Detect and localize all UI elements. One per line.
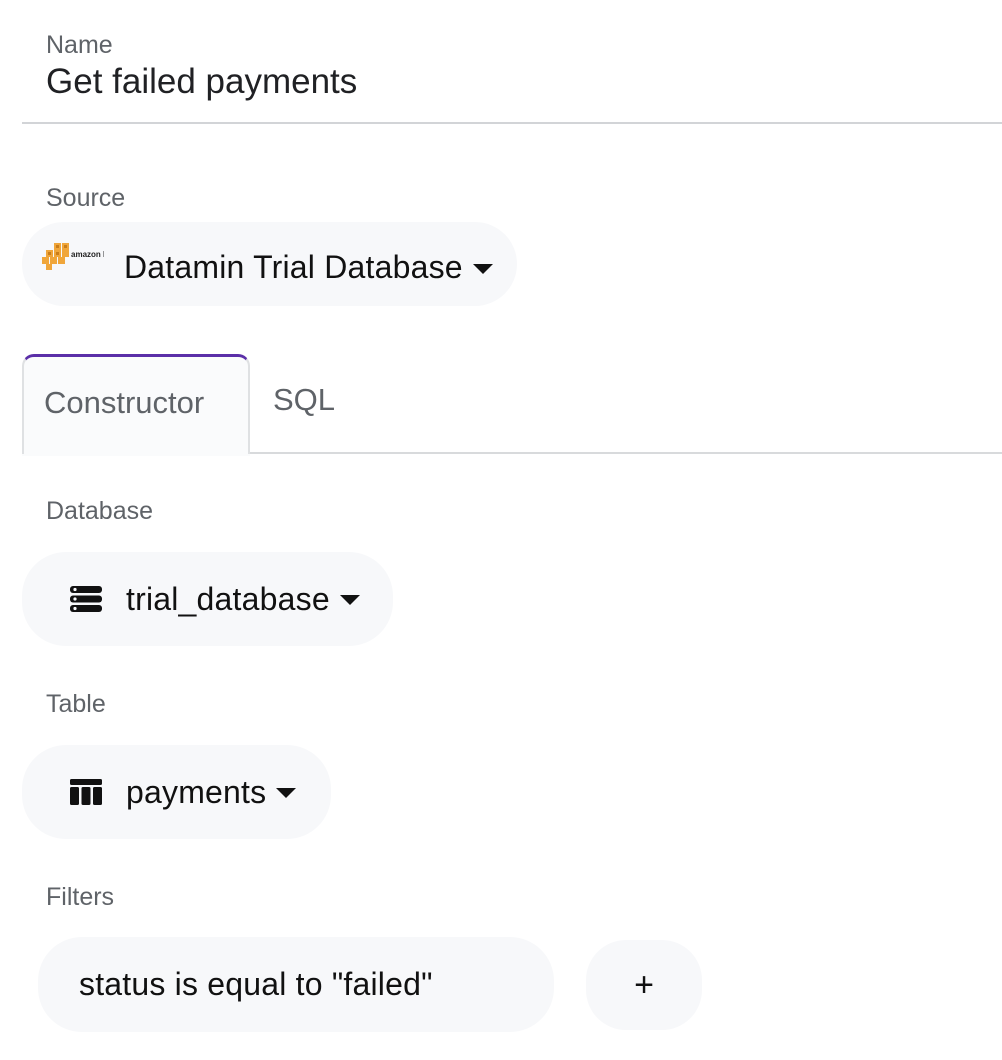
name-value[interactable]: Get failed payments bbox=[46, 62, 357, 102]
amazon-rds-logo-icon: amazon RDS bbox=[42, 243, 104, 270]
tab-sql[interactable]: SQL bbox=[273, 382, 335, 418]
tab-constructor[interactable]: Constructor bbox=[22, 354, 250, 456]
name-label: Name bbox=[46, 31, 113, 59]
caret-down-icon bbox=[276, 788, 297, 798]
database-selected: trial_database bbox=[126, 580, 330, 617]
tab-constructor-label: Constructor bbox=[44, 385, 205, 420]
filter-chip[interactable]: status is equal to "failed" bbox=[38, 937, 554, 1032]
table-label: Table bbox=[46, 690, 106, 718]
source-selected-label: Datamin Trial Database bbox=[124, 249, 463, 285]
filters-label: Filters bbox=[46, 883, 115, 911]
caret-down-icon bbox=[339, 595, 360, 605]
database-icon bbox=[70, 586, 102, 612]
name-field[interactable]: Name Get failed payments bbox=[22, 0, 1002, 124]
query-mode-tabs: Constructor SQL bbox=[22, 354, 1002, 456]
source-select[interactable]: amazon RDS Datamin Trial Database bbox=[22, 222, 517, 306]
table-select[interactable]: payments bbox=[22, 745, 331, 839]
database-select[interactable]: trial_database bbox=[22, 552, 393, 646]
caret-down-icon bbox=[472, 263, 493, 274]
table-selected: payments bbox=[126, 773, 267, 810]
source-selected: Datamin Trial Database bbox=[124, 249, 493, 286]
add-filter-button[interactable]: + bbox=[586, 940, 702, 1030]
database-label: Database bbox=[46, 497, 154, 525]
filter-chip-text: status is equal to "failed" bbox=[79, 966, 433, 1002]
amazon-rds-logo-text: amazon RDS bbox=[71, 250, 104, 259]
source-label: Source bbox=[46, 184, 126, 212]
table-icon bbox=[70, 779, 102, 805]
